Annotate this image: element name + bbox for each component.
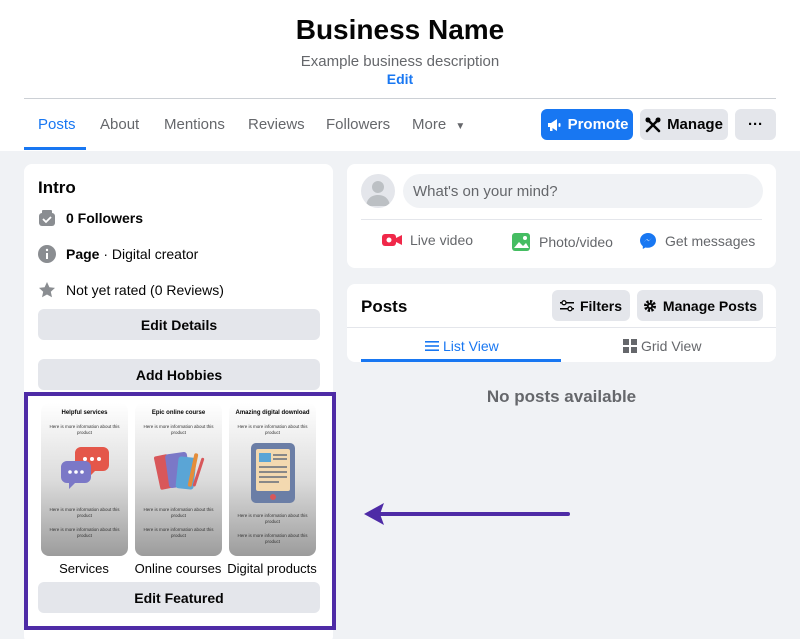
followers-count: 0 Followers [66, 210, 144, 226]
more-options-button[interactable]: ··· [735, 109, 776, 140]
list-view-label: List View [443, 338, 499, 354]
whats-on-your-mind-input[interactable]: What's on your mind? [403, 174, 763, 208]
live-video-button[interactable]: Live video [382, 232, 473, 248]
active-tab-indicator [24, 147, 86, 150]
more-dots-icon: ··· [748, 116, 763, 133]
add-hobbies-button[interactable]: Add Hobbies [38, 359, 320, 390]
followers-row: 0 Followers [38, 209, 143, 227]
page-tab-bar: Posts About Mentions Reviews Followers M… [0, 99, 800, 151]
followers-icon [38, 209, 56, 227]
tab-mentions[interactable]: Mentions [164, 116, 225, 133]
business-description: Example business description [300, 53, 500, 70]
messenger-icon [640, 233, 656, 249]
post-composer-card: What's on your mind? Live video Photo/vi… [347, 164, 776, 268]
tab-more[interactable]: More ▼ [412, 116, 465, 133]
photo-video-icon [512, 233, 530, 251]
tools-icon [645, 117, 661, 132]
no-posts-message: No posts available [486, 387, 637, 406]
tab-about[interactable]: About [100, 116, 139, 133]
intro-title: Intro [38, 178, 76, 197]
grid-view-tab[interactable]: Grid View [623, 338, 701, 354]
star-icon [38, 281, 56, 299]
gear-icon [643, 299, 656, 312]
page-category: · Digital creator [99, 246, 199, 262]
edit-description-link[interactable]: Edit [0, 71, 800, 87]
tab-followers[interactable]: Followers [326, 116, 390, 133]
promote-button[interactable]: Promote [541, 109, 633, 140]
filters-button[interactable]: Filters [552, 290, 630, 321]
page-label: Page [66, 246, 100, 262]
manage-label: Manage [667, 116, 723, 133]
grid-view-label: Grid View [641, 338, 702, 354]
photo-video-button[interactable]: Photo/video [511, 232, 613, 252]
posts-divider [347, 327, 776, 328]
grid-icon [623, 339, 637, 353]
tab-more-label: More [412, 116, 447, 133]
rating-row: Not yet rated (0 Reviews) [38, 281, 224, 299]
filter-sliders-icon [559, 299, 574, 311]
live-video-label: Live video [410, 232, 474, 248]
posts-title: Posts [361, 297, 408, 316]
business-name: Business Name [295, 14, 505, 45]
default-avatar-icon [366, 181, 390, 206]
avatar[interactable] [361, 174, 395, 208]
tab-posts[interactable]: Posts [38, 116, 76, 133]
manage-posts-label: Manage Posts [662, 297, 758, 314]
promote-label: Promote [567, 116, 629, 133]
page-header: Business Name Example business descripti… [0, 0, 800, 98]
list-view-tab[interactable]: List View [425, 338, 499, 354]
info-icon [38, 245, 56, 263]
manage-posts-button[interactable]: Manage Posts [637, 290, 763, 321]
filters-label: Filters [579, 297, 622, 314]
posts-card: Posts Filters Manage Posts List View Gri… [347, 284, 776, 362]
photo-video-label: Photo/video [539, 234, 613, 250]
active-view-indicator [361, 359, 561, 362]
get-messages-button[interactable]: Get messages [639, 232, 755, 250]
rating-text: Not yet rated (0 Reviews) [66, 282, 224, 298]
get-messages-label: Get messages [665, 233, 756, 249]
caret-down-icon: ▼ [455, 121, 466, 132]
manage-button[interactable]: Manage [640, 109, 728, 140]
megaphone-icon [547, 118, 561, 131]
live-video-icon [382, 234, 402, 246]
composer-divider [361, 219, 762, 220]
featured-highlight-box [24, 392, 336, 630]
tab-reviews[interactable]: Reviews [248, 116, 305, 133]
left-arrow-annotation-icon [364, 503, 570, 525]
page-type-row: Page · Digital creator [38, 245, 198, 263]
list-icon [425, 341, 439, 351]
edit-details-button[interactable]: Edit Details [38, 309, 320, 340]
